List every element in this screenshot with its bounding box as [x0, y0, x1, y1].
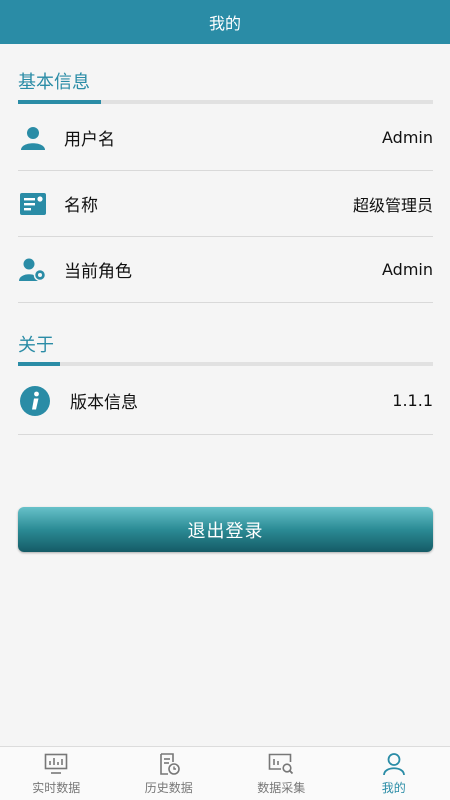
role-label: 当前角色: [64, 262, 132, 282]
id-card-icon: [18, 189, 48, 219]
person-icon: [381, 752, 407, 776]
info-row-name[interactable]: 名称 超级管理员: [18, 171, 433, 237]
tab-label: 数据采集: [257, 780, 306, 795]
role-value: Admin: [382, 260, 433, 279]
username-value: Admin: [382, 128, 433, 147]
tab-realtime-data[interactable]: 实时数据: [0, 747, 113, 800]
user-icon: [18, 123, 48, 153]
tab-history-data[interactable]: 历史数据: [113, 747, 226, 800]
version-label: 版本信息: [70, 393, 138, 413]
username-label: 用户名: [64, 130, 115, 150]
bottom-tab-bar: 实时数据 历史数据 数据采集 我的: [0, 746, 450, 800]
name-label: 名称: [64, 196, 98, 216]
section-divider-basic-info: [18, 100, 433, 104]
version-value: 1.1.1: [392, 391, 433, 410]
name-value: 超级管理员: [352, 195, 433, 215]
section-divider-accent: [18, 362, 60, 366]
info-icon: [18, 384, 52, 418]
history-doc-icon: [156, 752, 182, 776]
tab-label: 我的: [381, 780, 406, 795]
page-title: 我的: [208, 14, 241, 33]
section-divider-about: [18, 362, 433, 366]
app: 我的 基本信息 用户名 Admin 名称 超级管理员 当前角色 Admin 关于…: [0, 0, 450, 800]
top-bar: 我的: [0, 0, 450, 44]
info-row-username[interactable]: 用户名 Admin: [18, 105, 433, 171]
data-search-icon: [268, 752, 294, 776]
tab-mine[interactable]: 我的: [338, 747, 450, 800]
tab-label: 实时数据: [32, 780, 81, 795]
info-row-role[interactable]: 当前角色 Admin: [18, 237, 433, 303]
info-row-version[interactable]: 版本信息 1.1.1: [18, 367, 433, 435]
logout-button[interactable]: 退出登录: [18, 507, 433, 552]
tab-label: 历史数据: [144, 780, 193, 795]
monitor-chart-icon: [43, 752, 69, 776]
section-divider-accent: [18, 100, 101, 104]
user-gear-icon: [18, 255, 48, 285]
tab-data-collection[interactable]: 数据采集: [225, 747, 338, 800]
section-title-basic-info: 基本信息: [18, 72, 90, 93]
section-title-about: 关于: [18, 335, 54, 356]
